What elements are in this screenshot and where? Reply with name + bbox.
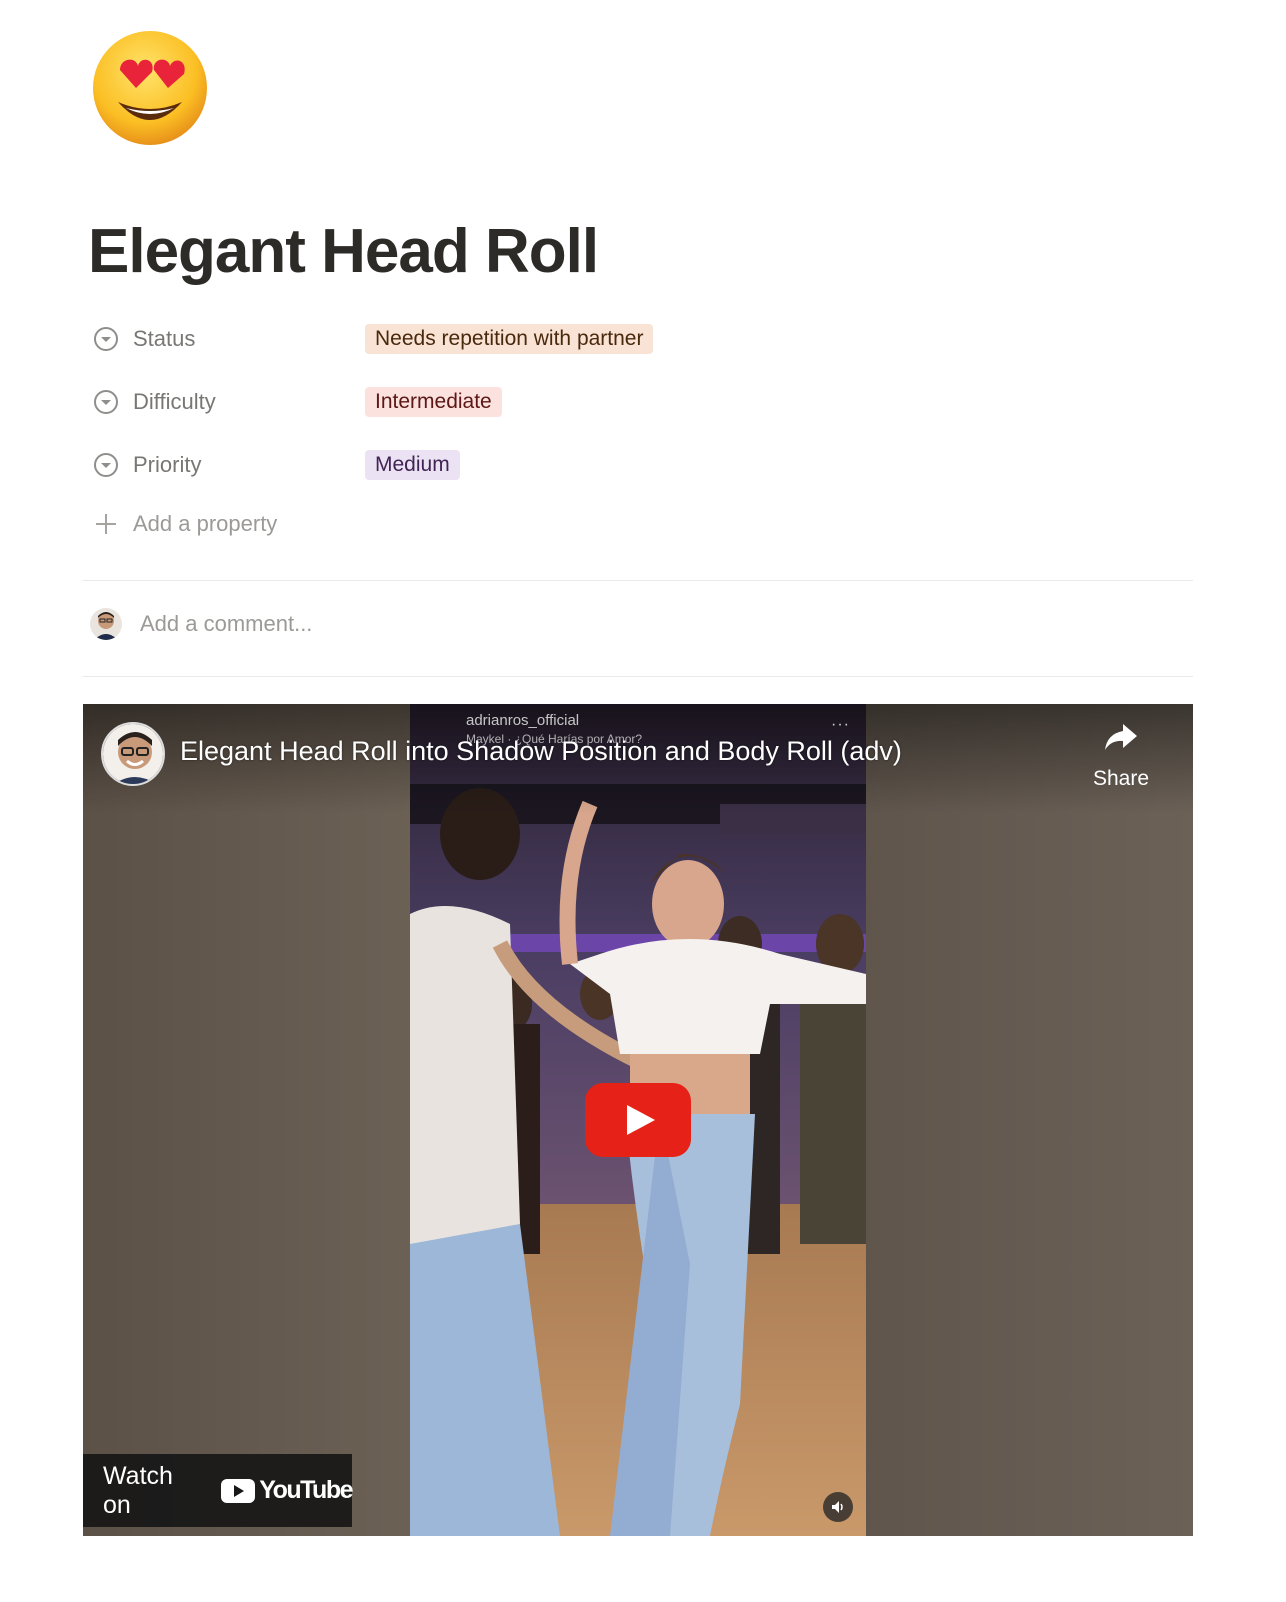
property-name: Difficulty — [133, 389, 216, 414]
divider — [83, 580, 1193, 581]
youtube-embed[interactable]: adrianros_official Maykel · ¿Qué Harías … — [83, 704, 1193, 1536]
speaker-icon — [832, 1501, 843, 1513]
priority-tag[interactable]: Medium — [365, 450, 460, 480]
share-icon — [1103, 722, 1139, 757]
status-tag[interactable]: Needs repetition with partner — [365, 324, 654, 354]
divider — [83, 676, 1193, 677]
select-chevron-icon — [93, 389, 119, 415]
share-button[interactable]: Share — [1083, 722, 1159, 791]
play-button[interactable] — [585, 1083, 691, 1157]
property-row-difficulty[interactable]: Difficulty Intermediate — [93, 382, 793, 422]
overlay-more-icon: ··· — [831, 716, 850, 733]
watch-on-label: Watch on — [103, 1461, 173, 1519]
video-title[interactable]: Elegant Head Roll into Shadow Position a… — [180, 736, 902, 767]
avatar — [90, 608, 122, 640]
page-title[interactable]: Elegant Head Roll — [88, 212, 599, 292]
heart-eyes-icon — [93, 31, 207, 145]
property-row-priority[interactable]: Priority Medium — [93, 445, 793, 485]
mute-button[interactable] — [823, 1492, 853, 1522]
add-property-label: Add a property — [133, 511, 278, 536]
overlay-username: adrianros_official — [466, 712, 580, 729]
add-property-button[interactable]: Add a property — [93, 511, 277, 537]
plus-icon — [93, 511, 119, 537]
select-chevron-icon — [93, 326, 119, 352]
youtube-label: YouTube — [259, 1476, 353, 1504]
share-label: Share — [1092, 767, 1150, 790]
select-chevron-icon — [93, 452, 119, 478]
property-name: Priority — [133, 452, 202, 477]
channel-avatar[interactable] — [101, 722, 165, 786]
property-row-status[interactable]: Status Needs repetition with partner — [93, 319, 793, 359]
property-name: Status — [133, 326, 196, 351]
comment-input[interactable] — [140, 611, 540, 637]
page-icon-emoji[interactable] — [90, 28, 212, 150]
difficulty-tag[interactable]: Intermediate — [365, 387, 502, 417]
comment-bar — [90, 608, 540, 640]
youtube-logo: YouTube — [221, 1476, 353, 1505]
youtube-icon — [221, 1478, 256, 1503]
watch-on-youtube-button[interactable]: Watch on YouTube — [83, 1454, 353, 1527]
